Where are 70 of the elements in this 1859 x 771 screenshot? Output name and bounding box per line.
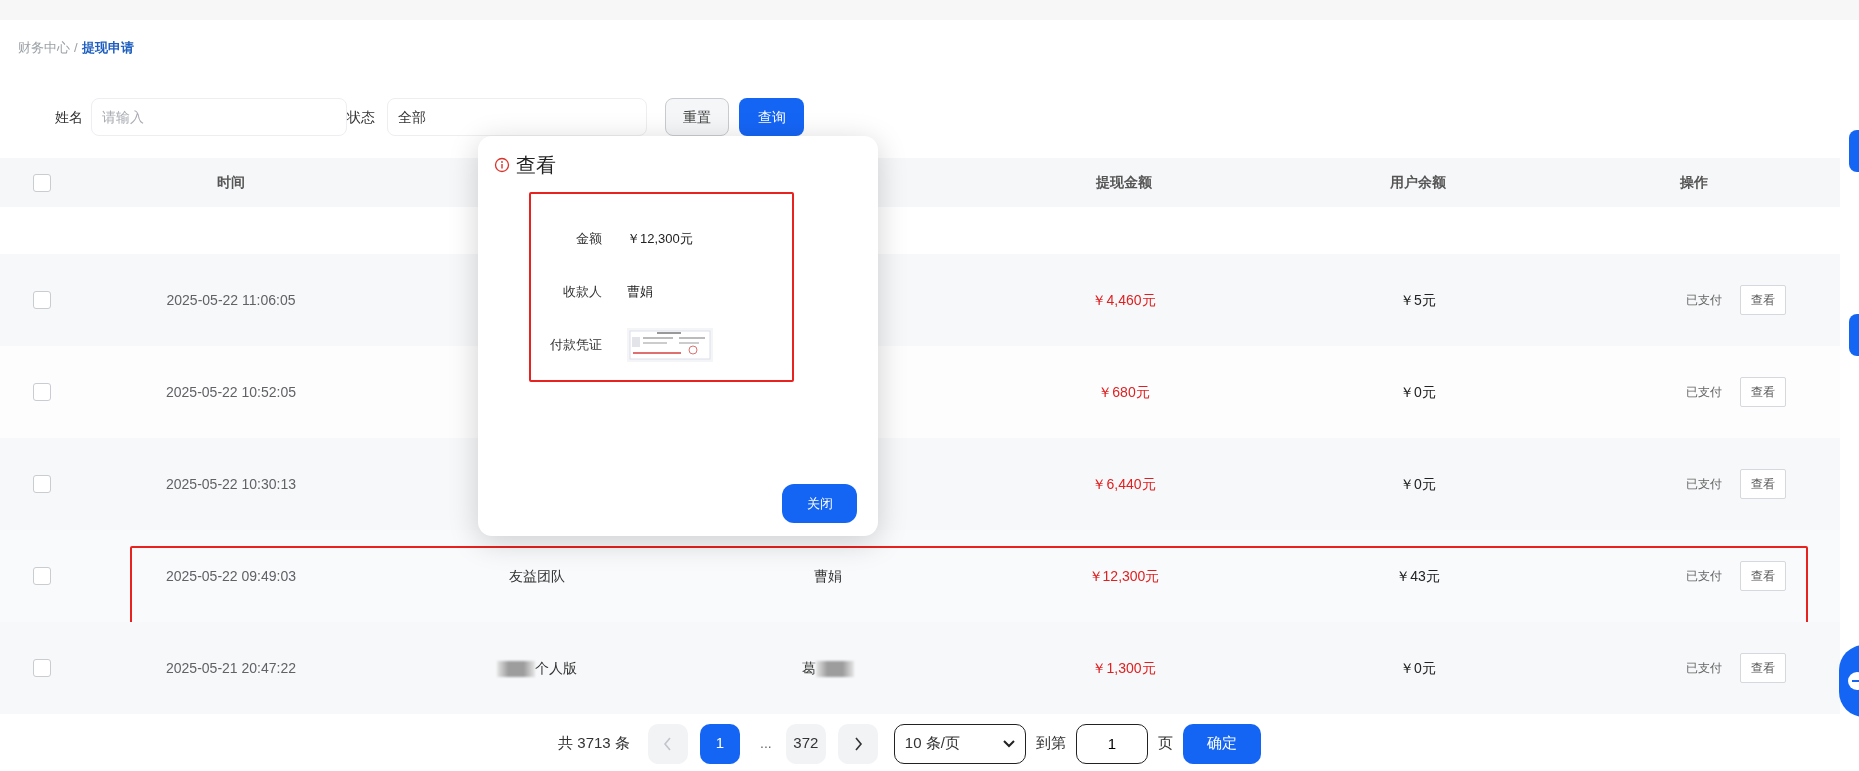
table-cell: 2025-05-21 20:47:22 — [166, 659, 296, 676]
page-size-select[interactable]: 10 条/页 — [893, 723, 1026, 764]
field-value: 曹娟 — [627, 282, 653, 301]
view-button[interactable]: 查看 — [1740, 377, 1786, 407]
info-icon — [494, 157, 510, 173]
field-label: 金额 — [575, 229, 602, 248]
table-cell: ￥5元 — [1400, 291, 1436, 308]
checkbox[interactable] — [33, 659, 51, 677]
page-unit: 页 — [1157, 733, 1173, 754]
chevron-left-icon — [662, 736, 673, 751]
page-button[interactable]: 1 — [699, 723, 740, 764]
table-cell: ￥12,300元 — [1088, 567, 1160, 584]
caret-icon — [1002, 739, 1015, 748]
table-cell: ￥4,460元 — [1092, 291, 1156, 308]
confirm-button[interactable]: 确定 — [1182, 723, 1261, 764]
field-label: 付款凭证 — [549, 335, 602, 354]
ellipsis: ... — [759, 734, 773, 753]
table-cell: ￥1,300元 — [1092, 659, 1156, 676]
search-button[interactable]: 查询 — [739, 98, 804, 136]
blurred-text — [497, 660, 535, 677]
page-input[interactable]: 1 — [1075, 723, 1148, 764]
table-cell: ￥0元 — [1400, 475, 1436, 492]
checkbox[interactable] — [33, 567, 51, 585]
view-button[interactable]: 查看 — [1740, 285, 1786, 315]
checkbox[interactable] — [33, 475, 51, 493]
table-cell: ￥0元 — [1400, 659, 1436, 676]
next-page-button[interactable] — [837, 723, 878, 764]
field-value: ￥12,300元 — [627, 229, 693, 248]
status-text: 已支付 — [1686, 476, 1722, 493]
checkbox[interactable] — [33, 173, 51, 192]
goto-label: 到第 — [1035, 733, 1066, 754]
status-text: 已支付 — [1686, 384, 1722, 401]
view-button[interactable]: 查看 — [1740, 561, 1786, 591]
table-cell: 2025-05-22 11:06:05 — [166, 291, 296, 308]
separator: / — [74, 40, 78, 55]
status-text: 已支付 — [1686, 292, 1722, 309]
column-header: 操作 — [1680, 174, 1708, 190]
table-cell: 2025-05-22 10:52:05 — [166, 383, 296, 400]
field-label: 姓名 — [55, 107, 84, 127]
page-button[interactable]: 372 — [785, 723, 826, 764]
view-button[interactable]: 查看 — [1740, 653, 1786, 683]
table-cell: 葛 — [802, 659, 854, 676]
field-label: 状态 — [347, 107, 376, 127]
table-cell: ￥43元 — [1396, 567, 1440, 584]
dialog-title: 查看 — [516, 153, 556, 178]
reset-button[interactable]: 重置 — [665, 98, 729, 136]
close-button[interactable]: 关闭 — [782, 484, 857, 523]
field-label: 收款人 — [562, 282, 602, 301]
breadcrumb-item: 提现申请 — [81, 40, 134, 55]
view-button[interactable]: 查看 — [1740, 469, 1786, 499]
checkbox[interactable] — [33, 291, 51, 309]
status-text: 已支付 — [1686, 568, 1722, 585]
column-header: 用户余额 — [1390, 174, 1446, 190]
column-header: 提现金额 — [1096, 174, 1152, 190]
table-cell: 曹娟 — [814, 567, 842, 584]
column-header: 时间 — [217, 174, 245, 190]
table-cell: ￥6,440元 — [1092, 475, 1156, 492]
name-input[interactable]: 请输入 — [91, 98, 347, 136]
status-text: 已支付 — [1686, 660, 1722, 677]
table-cell: 2025-05-22 09:49:03 — [166, 567, 296, 584]
total-count: 共 3713 条 — [558, 733, 630, 754]
checkbox[interactable] — [33, 383, 51, 401]
table-cell: 个人版 — [497, 659, 577, 676]
table-cell: ￥680元 — [1098, 383, 1150, 400]
table-cell: ￥0元 — [1400, 383, 1436, 400]
table-cell: 友益团队 — [509, 567, 565, 584]
select-value: 10 条/页 — [904, 733, 960, 754]
chevron-right-icon — [852, 736, 863, 751]
blurred-text — [816, 660, 854, 677]
table-cell: 2025-05-22 10:30:13 — [166, 475, 296, 492]
